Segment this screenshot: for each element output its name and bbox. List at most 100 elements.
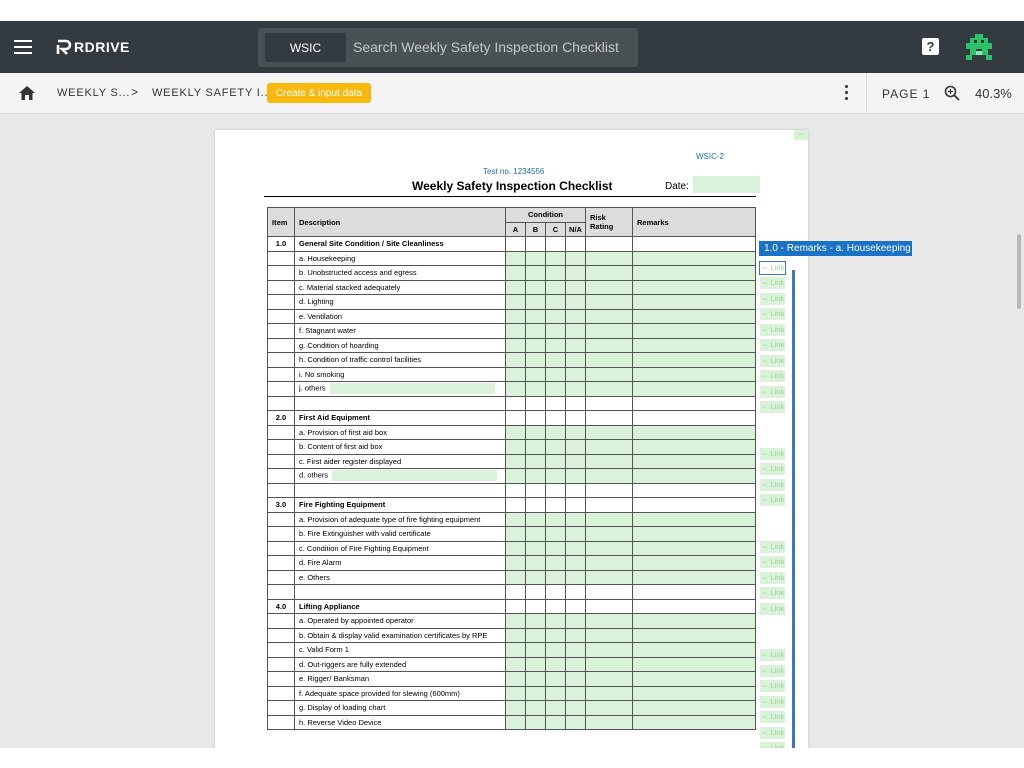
condition-c-field[interactable] — [546, 266, 566, 281]
link-button[interactable]: ⇔ Link — [760, 339, 785, 351]
condition-c-field[interactable] — [546, 686, 566, 701]
condition-c-field[interactable] — [546, 295, 566, 310]
condition-c-field[interactable] — [546, 454, 566, 469]
risk-rating-field[interactable] — [586, 382, 633, 397]
condition-c-field[interactable] — [546, 280, 566, 295]
zoom-icon[interactable] — [944, 85, 960, 101]
condition-c-field[interactable] — [546, 657, 566, 672]
condition-b-field[interactable] — [526, 324, 546, 339]
condition-c-field[interactable] — [546, 556, 566, 571]
condition-b-field[interactable] — [526, 570, 546, 585]
condition-c-field[interactable] — [546, 643, 566, 658]
remarks-field[interactable] — [633, 309, 756, 324]
risk-rating-field[interactable] — [586, 295, 633, 310]
search-input[interactable]: Search Weekly Safety Inspection Checklis… — [353, 39, 619, 55]
risk-rating-field[interactable] — [586, 643, 633, 658]
search-scope-chip[interactable]: WSIC — [265, 33, 346, 62]
risk-rating-field[interactable] — [586, 686, 633, 701]
condition-b-field[interactable] — [526, 469, 546, 484]
link-button[interactable]: ⇔ Link — [760, 494, 785, 506]
condition-b-field[interactable] — [526, 701, 546, 716]
condition-a-field[interactable] — [506, 628, 526, 643]
others-input[interactable] — [332, 470, 497, 481]
risk-rating-field[interactable] — [586, 672, 633, 687]
remarks-field[interactable] — [633, 643, 756, 658]
remarks-field[interactable] — [633, 469, 756, 484]
condition-b-field[interactable] — [526, 715, 546, 730]
condition-a-field[interactable] — [506, 672, 526, 687]
avatar[interactable] — [966, 34, 992, 60]
condition-na-field[interactable] — [566, 541, 586, 556]
condition-a-field[interactable] — [506, 367, 526, 382]
condition-na-field[interactable] — [566, 425, 586, 440]
remarks-field[interactable] — [633, 295, 756, 310]
condition-b-field[interactable] — [526, 643, 546, 658]
condition-c-field[interactable] — [546, 701, 566, 716]
condition-na-field[interactable] — [566, 382, 586, 397]
risk-rating-field[interactable] — [586, 556, 633, 571]
link-button[interactable]: ⇔ Link — [760, 711, 785, 723]
remarks-field[interactable] — [633, 338, 756, 353]
remarks-field[interactable] — [633, 454, 756, 469]
remarks-field[interactable] — [633, 701, 756, 716]
document-workspace[interactable]: ⇔ WSIC-2 Test no. 1234556 Weekly Safety … — [0, 114, 1024, 748]
risk-rating-field[interactable] — [586, 701, 633, 716]
condition-c-field[interactable] — [546, 440, 566, 455]
remarks-field[interactable] — [633, 382, 756, 397]
condition-c-field[interactable] — [546, 324, 566, 339]
link-button[interactable]: ⇔ Link — [760, 324, 785, 336]
condition-c-field[interactable] — [546, 541, 566, 556]
scrollbar[interactable] — [1017, 234, 1021, 309]
risk-rating-field[interactable] — [586, 251, 633, 266]
condition-b-field[interactable] — [526, 425, 546, 440]
condition-a-field[interactable] — [506, 701, 526, 716]
condition-a-field[interactable] — [506, 570, 526, 585]
condition-a-field[interactable] — [506, 338, 526, 353]
condition-b-field[interactable] — [526, 440, 546, 455]
condition-na-field[interactable] — [566, 527, 586, 542]
condition-a-field[interactable] — [506, 324, 526, 339]
risk-rating-field[interactable] — [586, 512, 633, 527]
condition-a-field[interactable] — [506, 643, 526, 658]
condition-a-field[interactable] — [506, 541, 526, 556]
condition-na-field[interactable] — [566, 251, 586, 266]
condition-c-field[interactable] — [546, 628, 566, 643]
date-field[interactable] — [693, 176, 760, 193]
link-button[interactable]: ⇔ Link — [760, 541, 785, 553]
condition-b-field[interactable] — [526, 338, 546, 353]
condition-na-field[interactable] — [566, 643, 586, 658]
condition-b-field[interactable] — [526, 657, 546, 672]
condition-b-field[interactable] — [526, 367, 546, 382]
brand-logo[interactable]: RDRIVE — [55, 35, 130, 59]
condition-c-field[interactable] — [546, 672, 566, 687]
link-button[interactable]: ⇔ Link — [760, 572, 785, 584]
breadcrumb-item-2[interactable]: WEEKLY SAFETY I... — [152, 87, 272, 99]
condition-a-field[interactable] — [506, 440, 526, 455]
condition-na-field[interactable] — [566, 556, 586, 571]
remarks-field[interactable] — [633, 556, 756, 571]
condition-a-field[interactable] — [506, 280, 526, 295]
condition-b-field[interactable] — [526, 614, 546, 629]
condition-na-field[interactable] — [566, 512, 586, 527]
condition-na-field[interactable] — [566, 657, 586, 672]
condition-c-field[interactable] — [546, 382, 566, 397]
condition-b-field[interactable] — [526, 295, 546, 310]
condition-a-field[interactable] — [506, 382, 526, 397]
condition-b-field[interactable] — [526, 251, 546, 266]
condition-b-field[interactable] — [526, 556, 546, 571]
risk-rating-field[interactable] — [586, 309, 633, 324]
remarks-field[interactable] — [633, 657, 756, 672]
risk-rating-field[interactable] — [586, 367, 633, 382]
remarks-field[interactable] — [633, 251, 756, 266]
link-button[interactable]: ⇔ Link — [760, 448, 785, 460]
risk-rating-field[interactable] — [586, 614, 633, 629]
more-options-icon[interactable] — [843, 85, 849, 101]
condition-a-field[interactable] — [506, 715, 526, 730]
link-button[interactable]: ⇔ Link — [760, 355, 785, 367]
condition-b-field[interactable] — [526, 309, 546, 324]
risk-rating-field[interactable] — [586, 324, 633, 339]
risk-rating-field[interactable] — [586, 280, 633, 295]
link-button[interactable]: ⇔ Link — [760, 401, 785, 413]
remarks-field[interactable] — [633, 324, 756, 339]
remarks-field[interactable] — [633, 570, 756, 585]
